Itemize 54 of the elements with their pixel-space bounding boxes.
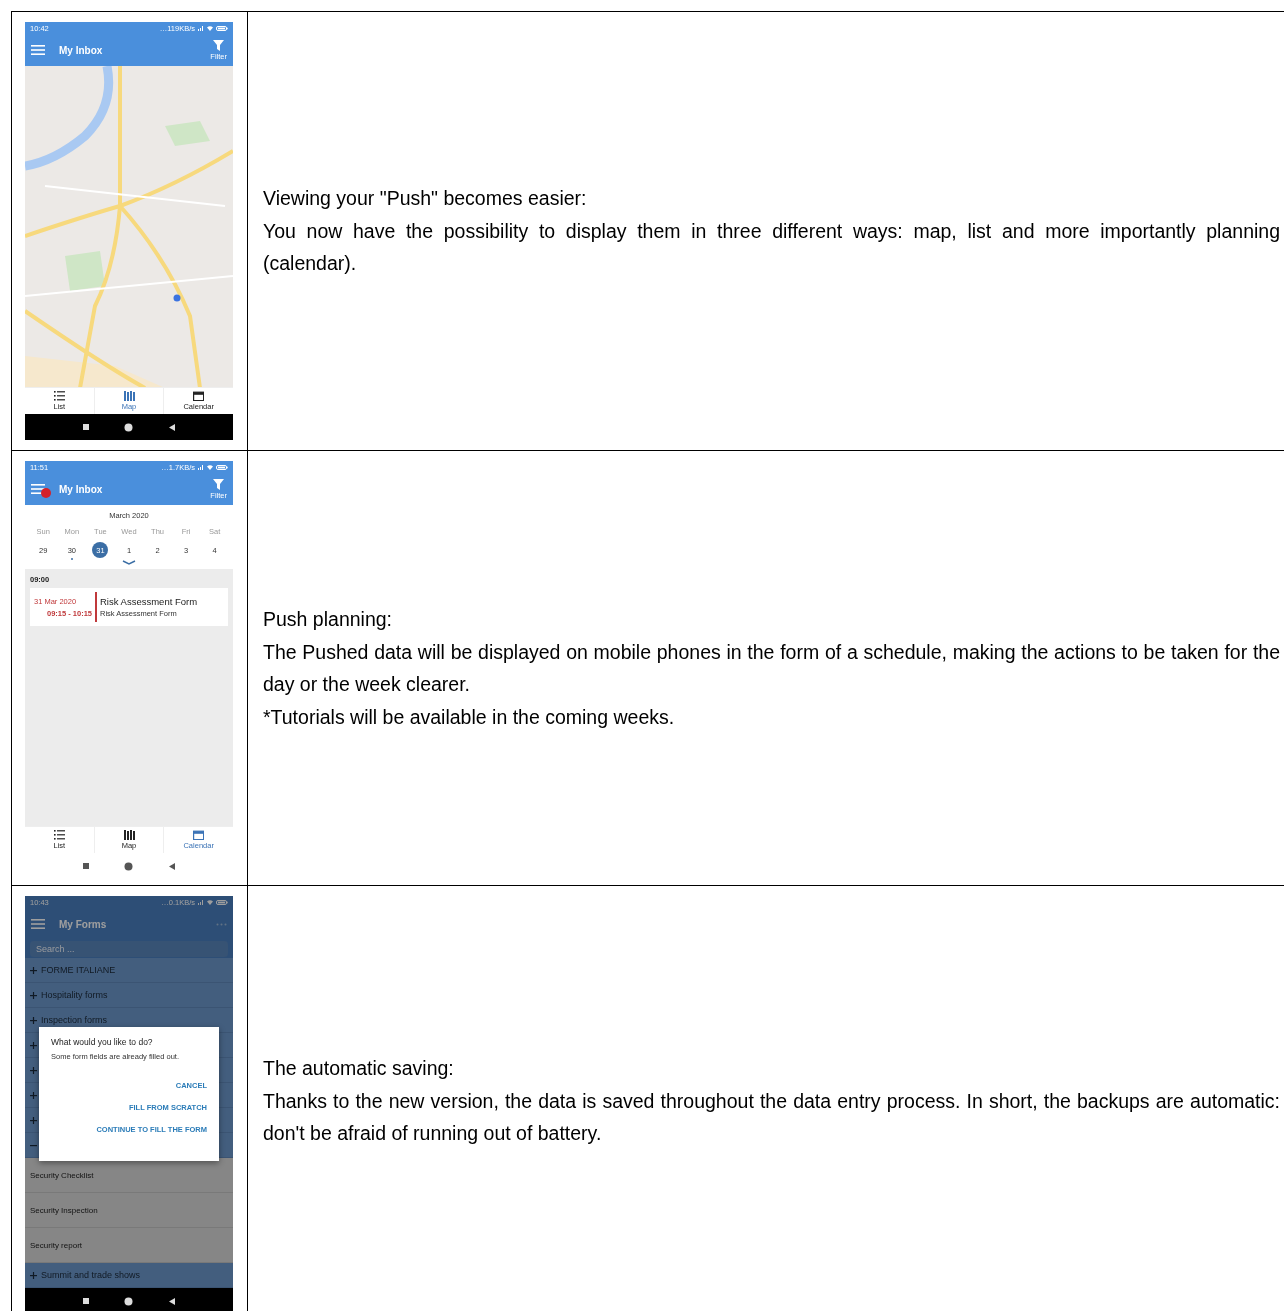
paragraph: The automatic saving: [263,1056,455,1082]
battery-icon [216,464,228,470]
back-icon[interactable] [169,862,176,870]
circle-icon[interactable] [124,1296,134,1306]
square-icon[interactable] [82,1298,89,1304]
menu-icon[interactable] [31,483,45,495]
columns-icon [123,391,135,401]
form-item[interactable]: Security report [25,1228,233,1263]
event-title: Risk Assessment Form [100,596,198,607]
menu-icon[interactable] [31,44,45,56]
plus-icon[interactable] [30,991,37,999]
paragraph: Push planning: [263,607,394,632]
paragraph: Thanks to the new version, the data is saved throughout the data entry process. In short, the backups are automatic: don't be afraid of running out of battery. [263,1088,1280,1147]
circle-icon[interactable] [124,861,134,871]
menu-icon[interactable] [31,918,45,930]
list-icon [53,830,65,840]
battery-icon [216,25,228,31]
plus-icon[interactable] [30,1271,37,1279]
plus-icon[interactable] [30,1066,37,1074]
paragraph: *Tutorials will be available in the coming weeks. [263,704,676,730]
filter-icon [213,39,225,51]
screen-title: My Inbox [59,483,103,495]
form-item[interactable]: Security Inspection [25,1193,233,1228]
filter-icon [213,478,225,490]
paragraph: Viewing your "Push" becomes easier: [263,186,588,212]
signal-icon [198,899,204,905]
battery-icon [216,899,228,905]
screen-title: My Forms [59,918,107,930]
plus-icon[interactable] [30,966,37,974]
wifi-icon [207,464,213,470]
back-icon[interactable] [169,1297,176,1305]
plus-icon[interactable] [30,1091,37,1099]
calendar-icon [193,830,205,840]
paragraph: You now have the possibility to display them in three different ways: map, list and more importantly planning (calendar). [263,218,1280,277]
plus-icon[interactable] [30,1016,37,1024]
square-icon[interactable] [82,424,89,430]
plus-icon[interactable] [30,1041,37,1049]
circle-icon[interactable] [124,422,134,432]
signal-icon [198,25,204,31]
columns-icon [123,830,135,840]
calendar-icon [193,391,205,401]
paragraph: The Pushed data will be displayed on mobile phones in the form of a schedule, making the actions to be taken for the day or the week clearer. [263,639,1280,697]
square-icon[interactable] [82,863,89,869]
back-icon[interactable] [169,423,176,431]
list-icon [53,391,65,401]
wifi-icon [207,25,213,31]
signal-icon [198,464,204,470]
plus-icon[interactable] [30,1116,37,1124]
chevron-down-icon[interactable] [122,560,136,565]
dialog-title: What would you like to do? [51,1037,154,1047]
form-item[interactable]: Security Checklist [25,1158,233,1193]
search-field[interactable]: Search ... [30,941,228,957]
wifi-icon [207,899,213,905]
screen-title: My Inbox [59,44,103,56]
